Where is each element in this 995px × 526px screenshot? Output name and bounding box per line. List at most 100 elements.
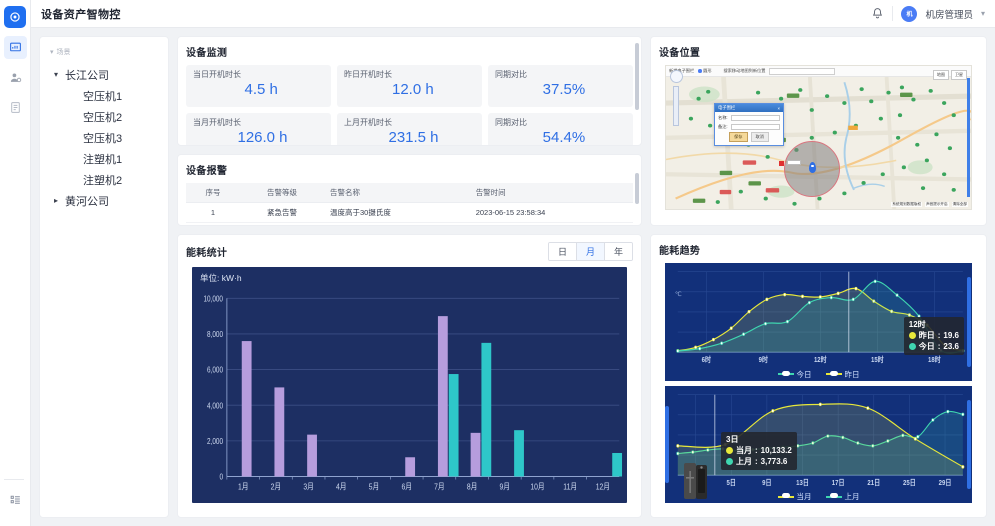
data-point[interactable] — [694, 345, 698, 350]
tree-node-空压机3[interactable]: 空压机3 — [46, 127, 162, 148]
data-point[interactable] — [854, 286, 858, 291]
chevron-down-icon[interactable]: ▾ — [54, 70, 62, 79]
period-tab-日[interactable]: 日 — [548, 243, 577, 260]
data-point[interactable] — [807, 300, 811, 305]
cancel-button[interactable]: 取消 — [750, 132, 769, 142]
data-point[interactable] — [895, 293, 899, 297]
tree-node-长江公司[interactable]: ▾ 长江公司 — [46, 64, 162, 85]
tree-node-注塑机1[interactable]: 注塑机1 — [46, 148, 162, 169]
map-sound-label[interactable]: 声音提示开启 — [925, 202, 949, 207]
data-point[interactable] — [720, 341, 724, 345]
data-point[interactable] — [818, 295, 822, 299]
data-point[interactable] — [829, 295, 833, 300]
save-button[interactable]: 保存 — [729, 132, 748, 142]
bell-icon[interactable] — [871, 7, 884, 20]
bar[interactable] — [274, 387, 285, 477]
data-point[interactable] — [764, 321, 767, 326]
tree-node-空压机1[interactable]: 空压机1 — [46, 85, 162, 106]
table-row[interactable]: 1 紧急告警 温度高于30摄氏度 2023-06-15 23:58:34 — [186, 202, 633, 223]
user-name[interactable]: 机房管理员 — [925, 7, 973, 21]
sidebar-item-dashboard[interactable] — [3, 36, 27, 59]
data-point[interactable] — [961, 464, 965, 469]
alarm-scrollbar[interactable] — [635, 161, 639, 219]
bar[interactable] — [241, 341, 252, 477]
map-zoom-slider[interactable] — [673, 86, 679, 126]
bar[interactable] — [470, 432, 481, 477]
tree-root-label[interactable]: ▾ 场景 — [46, 47, 162, 57]
bar[interactable] — [514, 430, 524, 477]
bar[interactable] — [448, 374, 459, 477]
data-point[interactable] — [729, 326, 733, 330]
geofence-handle[interactable] — [779, 161, 784, 166]
tree-node-空压机2[interactable]: 空压机2 — [46, 106, 162, 127]
bar[interactable] — [612, 452, 623, 477]
map-vertical-scrollbar[interactable] — [967, 78, 970, 197]
legend-item-this-month[interactable]: 当月 — [777, 491, 812, 502]
data-point[interactable] — [866, 405, 870, 410]
data-point[interactable] — [711, 337, 715, 342]
avatar[interactable]: 机 — [901, 5, 918, 22]
energy-trend-daily-chart[interactable]: 6时 9时 12时 15时 18时 ℃ 12时 昨日 : 19.6 今日: 2… — [665, 263, 972, 381]
app-logo-icon[interactable] — [4, 6, 26, 28]
chevron-right-icon[interactable]: ▸ — [54, 196, 62, 205]
legend-marker — [825, 493, 842, 498]
data-point[interactable] — [818, 402, 822, 406]
data-point[interactable] — [742, 332, 746, 336]
bar[interactable] — [437, 316, 448, 477]
data-point[interactable] — [698, 346, 702, 351]
data-point[interactable] — [747, 309, 751, 314]
data-point[interactable] — [676, 443, 680, 448]
bar[interactable] — [481, 342, 492, 477]
device-location-pin[interactable] — [809, 162, 816, 173]
sidebar-item-users[interactable] — [4, 66, 27, 89]
data-point[interactable] — [931, 417, 935, 422]
bar[interactable] — [307, 434, 317, 477]
energy-bar-chart[interactable]: 单位: kW·h 0 2,000 4,000 6,000 8,000 10,000 1月 2月… — [192, 267, 627, 503]
kpi-card: 同期对比 54.4% — [488, 113, 633, 145]
data-point[interactable] — [785, 319, 789, 324]
monitor-scrollbar[interactable] — [635, 43, 639, 139]
legend-item-last-month[interactable]: 上月 — [825, 491, 860, 502]
data-point[interactable] — [916, 434, 920, 438]
map-search-input[interactable] — [769, 67, 836, 75]
data-point[interactable] — [851, 297, 855, 302]
data-point[interactable] — [783, 292, 787, 297]
geofence-name-input[interactable] — [731, 115, 780, 121]
map-compass-control[interactable] — [670, 70, 683, 83]
map-clear-all-button[interactable]: 清除全部 — [951, 202, 968, 207]
data-point[interactable] — [676, 349, 680, 353]
tree-node-注塑机2[interactable]: 注塑机2 — [46, 169, 162, 190]
table-cell: 温度高于30摄氏度 — [324, 222, 470, 225]
monthly-chart-scrollbar-left[interactable] — [665, 405, 669, 483]
map-layer-satellite-button[interactable]: 卫星 — [951, 70, 967, 80]
table-row[interactable]: 2紧急告警温度高于30摄氏度2023-06-15 23:57:02 — [186, 222, 633, 225]
geofence-note-input[interactable] — [731, 123, 780, 130]
data-point[interactable] — [765, 297, 769, 302]
tree-node-黄河公司[interactable]: ▸ 黄河公司 — [46, 190, 162, 211]
data-point[interactable] — [961, 412, 965, 416]
chevron-down-icon[interactable]: ▾ — [981, 9, 985, 18]
data-point[interactable] — [836, 291, 840, 296]
energy-trend-monthly-chart[interactable]: 1日5日9日13日17日21日25日29日 3日 — [665, 385, 972, 503]
menu-list-icon[interactable] — [4, 488, 27, 511]
close-icon[interactable]: × — [777, 106, 780, 111]
monthly-chart-scrollbar-right[interactable] — [967, 399, 971, 489]
sidebar-item-documents[interactable] — [4, 96, 27, 119]
data-point[interactable] — [873, 279, 877, 284]
data-point[interactable] — [801, 294, 804, 299]
map-container[interactable]: 新增电子围栏 圆形 搜索移动地图到新位置 地图 卫星 电子围栏 × 名称: 备注… — [665, 65, 972, 210]
map-layer-map-button[interactable]: 地图 — [933, 70, 949, 80]
map-shape-radio-circle[interactable]: 圆形 — [698, 68, 712, 74]
daily-chart-scrollbar[interactable] — [967, 277, 971, 367]
x-axis-tick-label: 8月 — [467, 482, 478, 492]
period-tab-月[interactable]: 月 — [576, 243, 605, 260]
bar[interactable] — [405, 457, 416, 477]
data-point[interactable] — [946, 409, 950, 413]
legend-item-yesterday[interactable]: 昨日 — [825, 369, 860, 380]
top-bar-divider — [892, 6, 894, 21]
legend-item-today[interactable]: 今日 — [777, 369, 812, 380]
data-point[interactable] — [771, 408, 775, 413]
legend-marker — [777, 493, 794, 498]
period-tab-年[interactable]: 年 — [604, 243, 632, 260]
data-point[interactable] — [913, 436, 917, 441]
